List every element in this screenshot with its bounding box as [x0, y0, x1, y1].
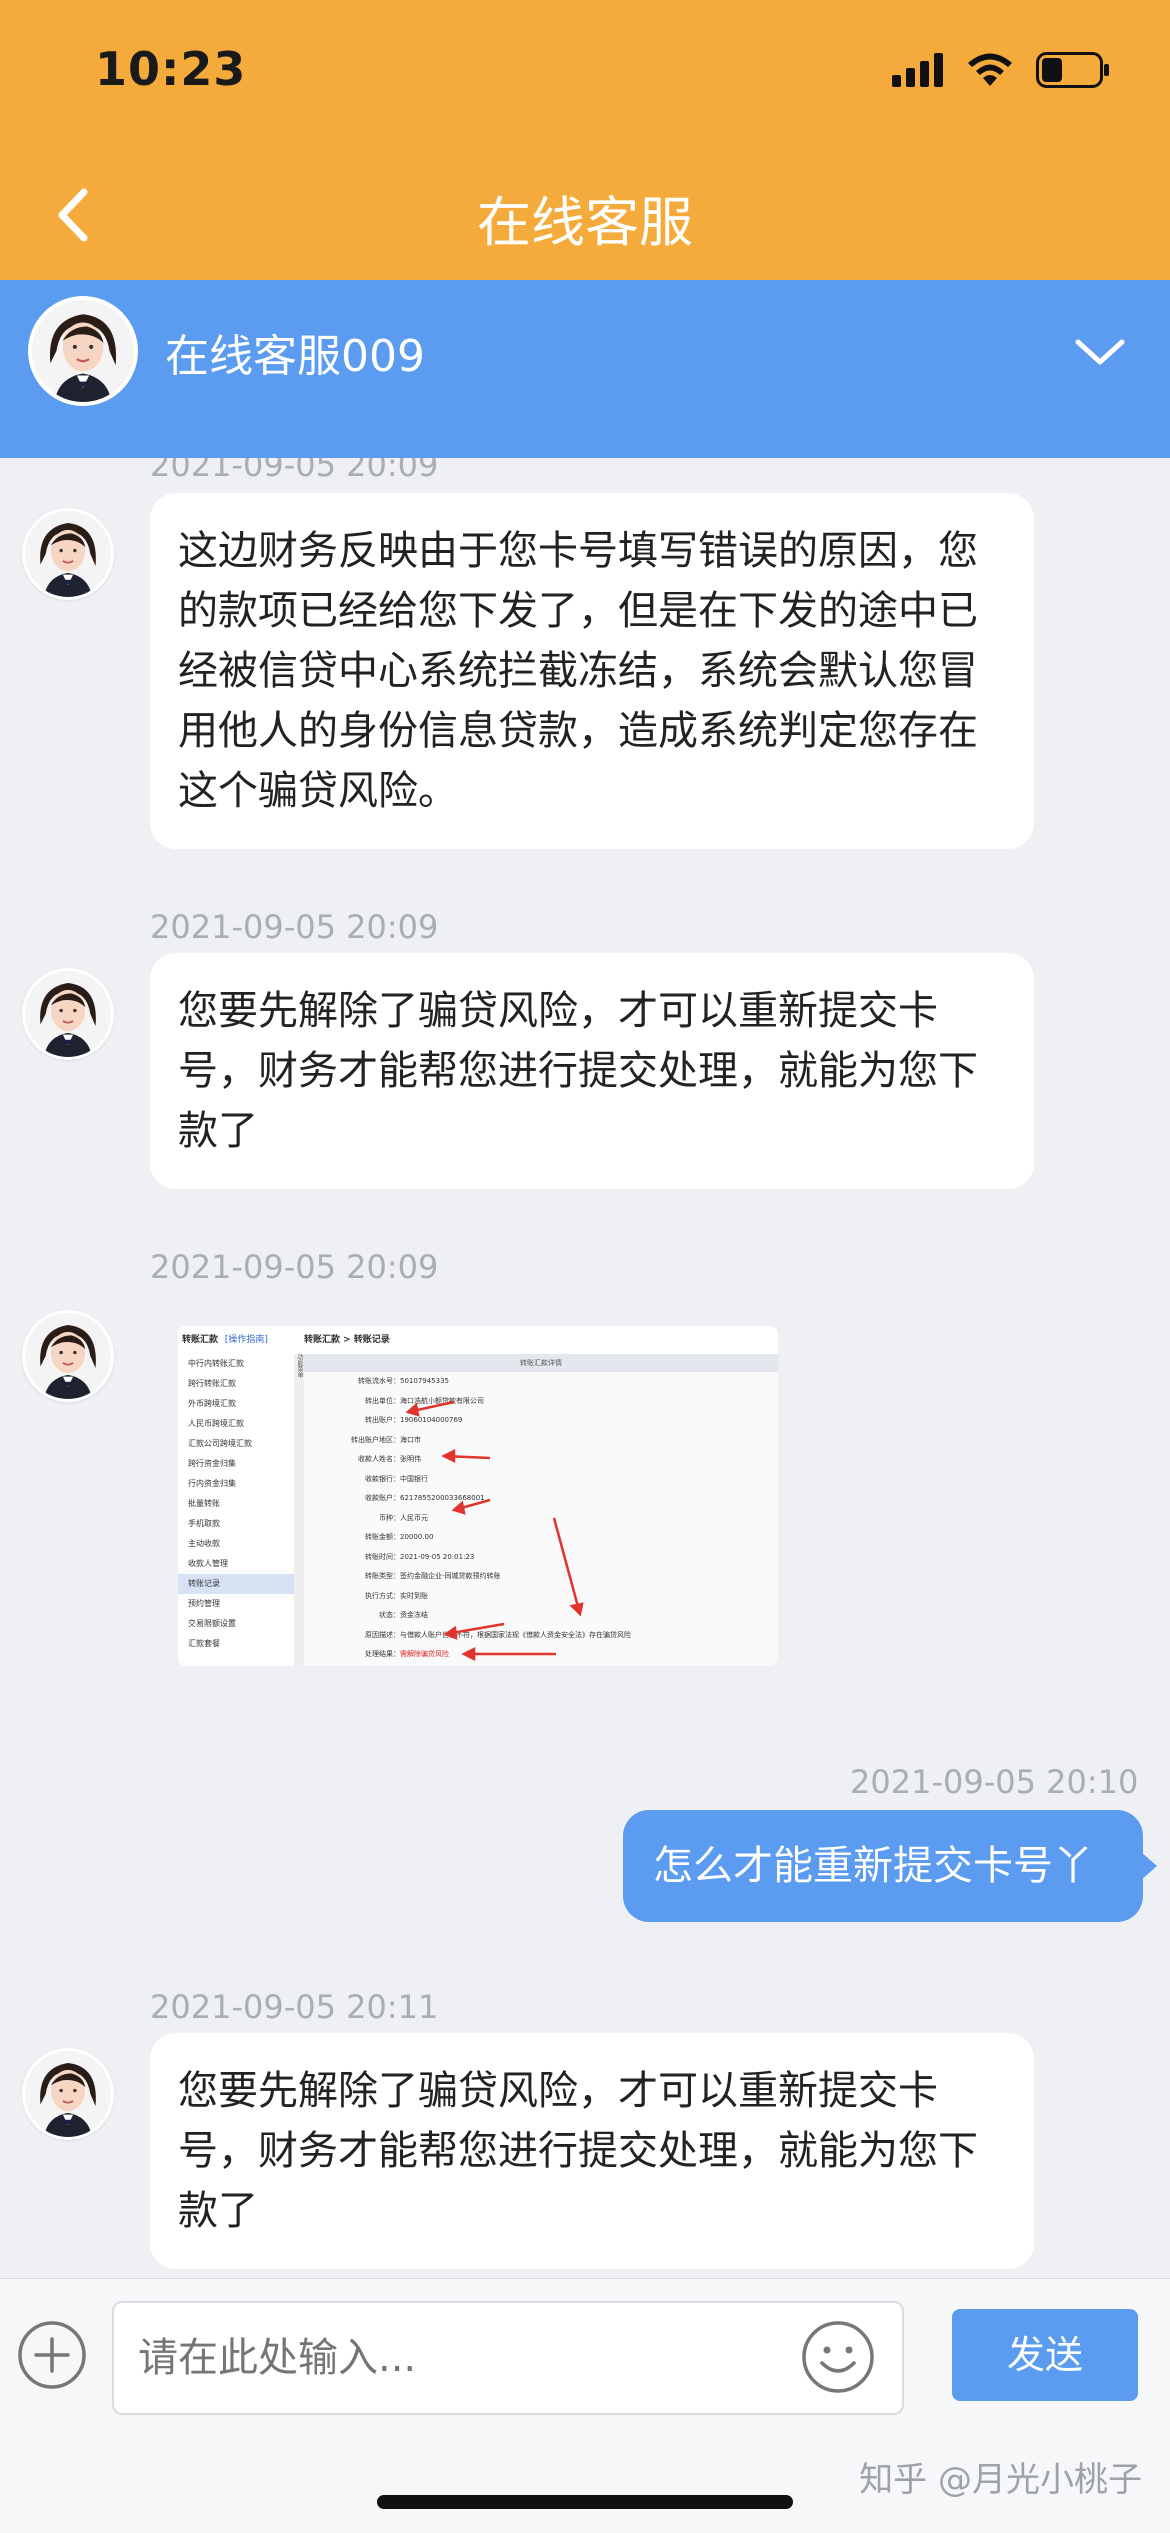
- menu-item: 外币跨境汇款: [188, 1399, 236, 1408]
- wifi-icon: [968, 53, 1012, 86]
- screenshot-detail: 转账汇款详情 转账流水号：50107945335 转出单位：海口浩航小额贷款有限…: [304, 1354, 778, 1666]
- screenshot-tab-link: [操作指南]: [224, 1335, 268, 1345]
- watermark: 知乎 @月光小桃子: [859, 2460, 1142, 2500]
- nav-bar: 在线客服: [0, 150, 1170, 280]
- avatar: [22, 2048, 114, 2140]
- menu-item: 手机取款: [188, 1519, 220, 1528]
- detail-heading: 转账汇款详情: [304, 1354, 778, 1372]
- menu-item: 转账记录: [178, 1574, 294, 1594]
- chevron-down-icon[interactable]: [1070, 322, 1130, 382]
- message-bubble: 这边财务反映由于您卡号填写错误的原因，您的款项已经给您下发了，但是在下发的途中已…: [150, 493, 1034, 849]
- menu-item: 预约管理: [188, 1599, 220, 1608]
- page-title: 在线客服: [477, 191, 693, 254]
- avatar: [22, 508, 114, 600]
- add-attachment-button[interactable]: [16, 2319, 88, 2391]
- emoji-icon[interactable]: [800, 2319, 876, 2395]
- send-button[interactable]: 发送: [952, 2309, 1138, 2401]
- avatar: [22, 1310, 114, 1402]
- menu-item: 中行内转账汇款: [188, 1359, 244, 1368]
- menu-item: 人民币跨境汇款: [188, 1419, 244, 1428]
- message-timestamp: 2021-09-05 20:10: [850, 1763, 1139, 1801]
- message-timestamp: 2021-09-05 20:09: [150, 908, 439, 946]
- message-timestamp: 2021-09-05 20:11: [150, 1988, 439, 2026]
- home-indicator[interactable]: [377, 2495, 793, 2509]
- user-message-bubble: 怎么才能重新提交卡号丫: [623, 1810, 1157, 1922]
- message-input[interactable]: [112, 2301, 904, 2415]
- agent-bar: 在线客服009: [0, 280, 1170, 458]
- menu-item: 交易限额设置: [188, 1619, 236, 1628]
- menu-item: 主动收款: [188, 1539, 220, 1548]
- screenshot-tab: 转账汇款: [182, 1335, 219, 1345]
- menu-item: 收款人管理: [188, 1559, 228, 1568]
- menu-item: 跨行转账汇款: [188, 1379, 236, 1388]
- screenshot-side-tab: 功能菜单: [294, 1354, 304, 1666]
- signal-icon: [892, 53, 943, 87]
- message-timestamp: 2021-09-05 20:09: [150, 458, 439, 484]
- message-bubble: 您要先解除了骗贷风险，才可以重新提交卡号，财务才能帮您进行提交处理，就能为您下款…: [150, 2033, 1034, 2269]
- menu-item: 汇款套餐: [188, 1639, 220, 1648]
- avatar: [22, 968, 114, 1060]
- battery-icon: [1036, 52, 1109, 88]
- screenshot-menu: 中行内转账汇款 跨行转账汇款 外币跨境汇款 人民币跨境汇款 汇款公司跨境汇款 跨…: [178, 1354, 295, 1666]
- agent-name: 在线客服009: [165, 331, 425, 382]
- screenshot-crumb: 转账汇款 > 转账记录: [304, 1335, 390, 1345]
- chat-area[interactable]: 2021-09-05 20:09 这边财务反映由于您卡号填写错误的原因，您的款项…: [0, 458, 1170, 2278]
- screenshot-top-bar: 转账汇款 [操作指南] 转账汇款 > 转账记录: [178, 1326, 778, 1355]
- agent-avatar: [28, 296, 138, 406]
- red-arrows: [405, 1400, 584, 1662]
- status-time: 10:23: [95, 42, 247, 96]
- image-message[interactable]: 转账汇款 [操作指南] 转账汇款 > 转账记录 中行内转账汇款 跨行转账汇款 外…: [178, 1326, 778, 1666]
- message-timestamp: 2021-09-05 20:09: [150, 1248, 439, 1286]
- menu-item: 批量转账: [188, 1499, 220, 1508]
- menu-item: 行内资金归集: [188, 1479, 236, 1488]
- menu-item: 汇款公司跨境汇款: [188, 1439, 252, 1448]
- status-bar: 10:23: [0, 0, 1170, 150]
- message-bubble: 您要先解除了骗贷风险，才可以重新提交卡号，财务才能帮您进行提交处理，就能为您下款…: [150, 953, 1034, 1189]
- status-icons: [892, 52, 1110, 88]
- menu-item: 跨行资金归集: [188, 1459, 236, 1468]
